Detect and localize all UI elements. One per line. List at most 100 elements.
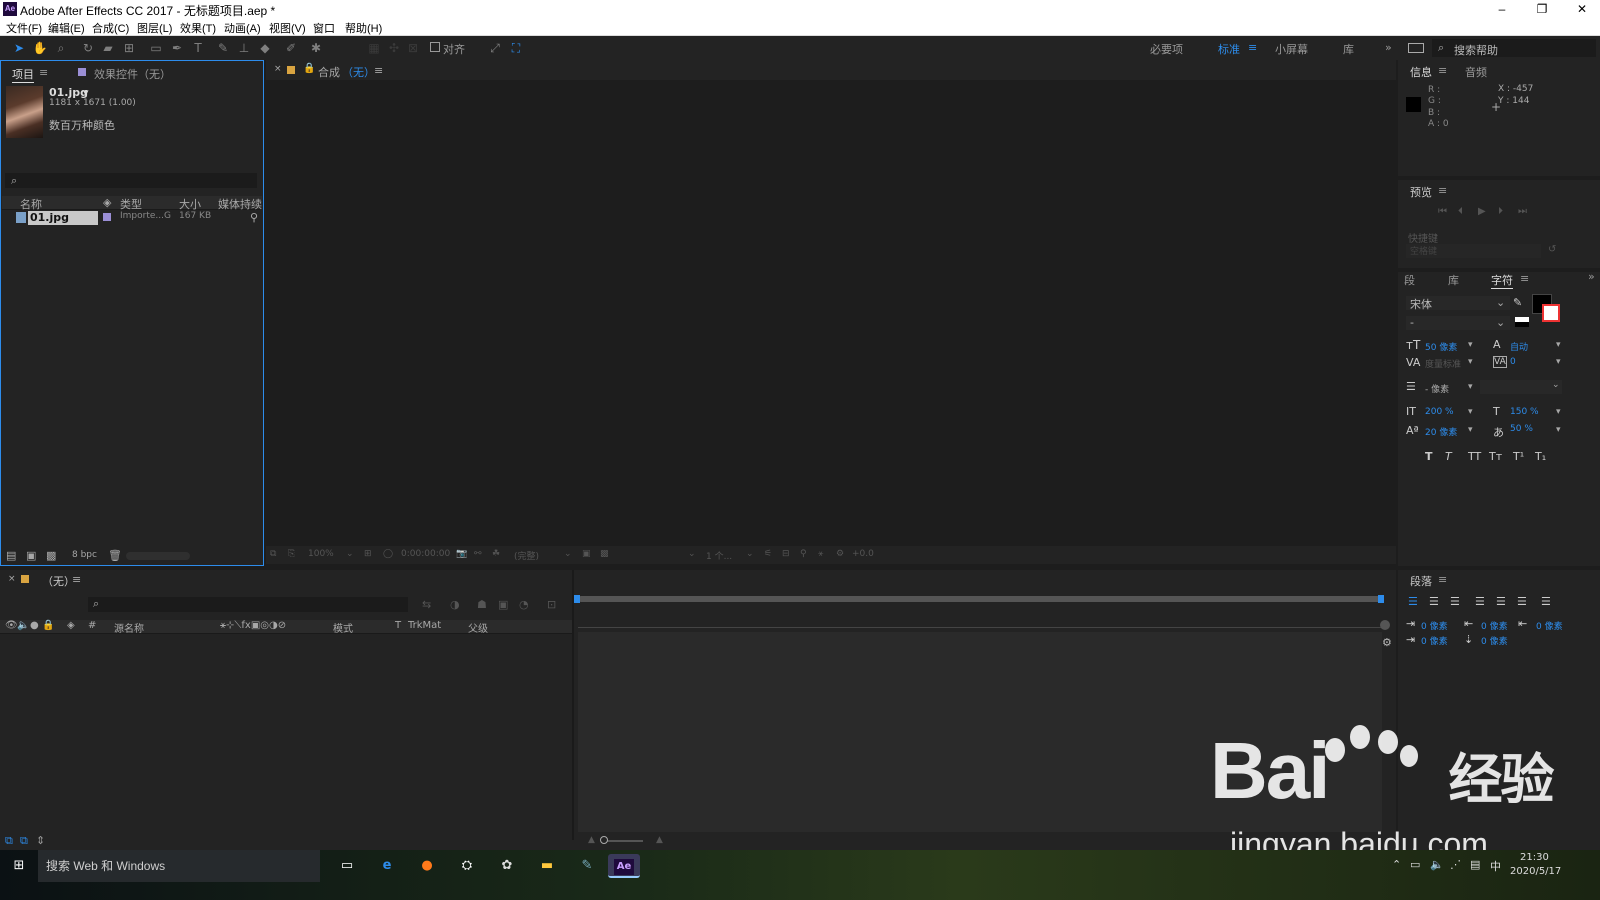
zoom-out-icon[interactable]: ▲ (588, 835, 595, 845)
hand-tool-icon[interactable]: ✋ (32, 40, 48, 56)
show-snapshot-icon[interactable]: ⚯ (474, 549, 482, 559)
region-interest-icon[interactable]: ▣ (582, 549, 591, 559)
menu-animation[interactable]: 动画(A) (224, 20, 261, 36)
navigator-start-handle[interactable] (574, 595, 580, 603)
chevron-down-icon[interactable]: ⌄ (1552, 380, 1560, 390)
network-icon[interactable]: ⋰ (1450, 858, 1461, 871)
chevron-down-icon[interactable]: ▾ (1468, 340, 1473, 350)
stroke-color-swatch[interactable] (1542, 304, 1560, 322)
zoom-tool-icon[interactable]: ⌕ (53, 40, 69, 56)
zoom-level[interactable]: 100% (308, 549, 334, 559)
switches-icon[interactable]: ⚹⊹⟍fx▣◎◑⊘ (220, 620, 286, 631)
ime-indicator[interactable]: 中 (1490, 858, 1501, 874)
app-cursor-icon[interactable]: ⛭ (454, 854, 480, 878)
workspace-libraries[interactable]: 库 (1343, 41, 1354, 57)
chevron-down-icon[interactable]: ⌄ (1496, 316, 1505, 329)
character-menu-icon[interactable]: ≡ (1520, 272, 1529, 285)
justify-right-icon[interactable]: ☰ (1517, 595, 1527, 608)
volume-icon[interactable]: 🔈 (1430, 858, 1444, 871)
timeline-menu-icon[interactable]: ≡ (72, 573, 81, 586)
shortcut-select[interactable]: 空格键 (1406, 244, 1541, 258)
viewer-canvas[interactable] (266, 80, 1396, 546)
time-ruler[interactable] (578, 610, 1382, 628)
chevron-down-icon[interactable]: ▾ (1468, 357, 1473, 367)
faux-bold-button[interactable]: T (1425, 450, 1433, 463)
more-panels-icon[interactable]: » (1588, 270, 1595, 283)
label-tag-icon[interactable]: ◈ (67, 620, 75, 631)
align-right-icon[interactable]: ☰ (1450, 595, 1460, 608)
rotate-tool-icon[interactable]: ↻ (80, 40, 96, 56)
search-help-input[interactable]: ⌕ 搜索帮助 (1432, 39, 1596, 57)
tab-audio[interactable]: 音频 (1465, 64, 1487, 80)
close-button[interactable]: ✕ (1562, 0, 1600, 18)
maximize-button[interactable]: ❐ (1522, 0, 1562, 18)
chevron-down-icon[interactable]: ▾ (1468, 407, 1473, 417)
file-explorer-icon[interactable]: ▬ (534, 854, 560, 878)
indent-left-value[interactable]: 0 像素 (1421, 619, 1448, 632)
graph-editor-icon[interactable]: ⊡ (547, 598, 556, 611)
space-before-value[interactable]: 0 像素 (1421, 634, 1448, 647)
flowchart-icon[interactable]: ⚲ (800, 549, 807, 559)
clock-time[interactable]: 21:30 (1520, 852, 1549, 863)
menu-window[interactable]: 窗口 (313, 20, 335, 36)
table-row[interactable]: 01.jpg Importe...G 167 KB ⚲ (2, 211, 262, 225)
chevron-down-icon[interactable]: ▾ (1556, 425, 1561, 435)
label-tag-icon[interactable]: ◈ (103, 196, 111, 209)
motion-blur-icon[interactable]: ◔ (519, 598, 529, 611)
comp-name[interactable]: （无） (342, 64, 375, 80)
interpret-footage-icon[interactable]: ▤ (6, 549, 16, 562)
close-tab-icon[interactable]: × (8, 574, 16, 584)
task-view-icon[interactable]: ▭ (334, 854, 360, 878)
tab-character[interactable]: 字符 (1491, 272, 1513, 289)
camera-tool-icon[interactable]: ▰ (100, 40, 116, 56)
swap-colors-icon[interactable] (1515, 317, 1529, 327)
justify-center-icon[interactable]: ☰ (1496, 595, 1506, 608)
color-channel-icon[interactable]: ☘ (492, 549, 500, 559)
sync-settings-icon[interactable] (1408, 43, 1424, 53)
navigator-end-handle[interactable] (1378, 595, 1384, 603)
timeline-icon[interactable]: ⊟ (782, 549, 790, 559)
new-folder-icon[interactable]: ▣ (26, 549, 36, 562)
tracking-value[interactable]: 0 (1510, 357, 1516, 367)
resolution-select[interactable]: (完整) (514, 549, 539, 562)
chevron-down-icon[interactable]: ⌄ (1496, 296, 1505, 309)
camera-select[interactable] (616, 549, 696, 561)
menu-view[interactable]: 视图(V) (269, 20, 306, 36)
new-composition-icon[interactable]: ▩ (46, 549, 56, 562)
font-family-select[interactable]: 宋体 (1406, 296, 1510, 311)
layer-switches-icon[interactable]: ⧉ (5, 834, 13, 848)
chevron-down-icon[interactable]: ⌄ (346, 549, 354, 559)
always-preview-icon[interactable]: ⧉ (270, 549, 276, 559)
col-name[interactable]: 名称 (20, 196, 42, 212)
more-workspaces-icon[interactable]: » (1385, 41, 1392, 54)
in-out-icon[interactable]: ⇕ (36, 834, 45, 847)
tsume-value[interactable]: 50 % (1510, 424, 1533, 434)
all-caps-button[interactable]: TT (1468, 450, 1481, 463)
lock-icon[interactable]: 🔒 (303, 63, 315, 74)
after-effects-taskbar-icon[interactable]: Ae (608, 854, 640, 878)
col-duration[interactable]: 媒体持续 (218, 196, 262, 212)
chevron-down-icon[interactable]: ⌄ (688, 549, 696, 559)
close-tab-icon[interactable]: × (274, 64, 282, 74)
timecode[interactable]: 0:00:00:00 (401, 549, 450, 559)
visibility-icon[interactable]: 👁 (5, 620, 18, 631)
chevron-down-icon[interactable]: ▾ (1556, 407, 1561, 417)
font-style-select[interactable]: - (1406, 316, 1510, 330)
battery-icon[interactable]: ▭ (1410, 858, 1420, 871)
action-center-icon[interactable]: ▤ (1470, 858, 1480, 871)
view-count-select[interactable]: 1 个... (706, 549, 732, 562)
timeline-divider[interactable] (572, 570, 574, 840)
menu-composition[interactable]: 合成(C) (92, 20, 129, 36)
shy-layers-icon[interactable]: ☗ (477, 598, 487, 611)
puppet-tool-icon[interactable]: ✱ (308, 40, 324, 56)
time-navigator[interactable] (574, 595, 1384, 603)
eraser-tool-icon[interactable]: ◆ (257, 40, 273, 56)
paragraph-menu-icon[interactable]: ≡ (1438, 573, 1447, 586)
brush-tool-icon[interactable]: ✎ (215, 40, 231, 56)
chevron-down-icon[interactable]: ▾ (1556, 340, 1561, 350)
exposure-value[interactable]: +0.0 (852, 549, 874, 559)
workspace-essentials[interactable]: 必要项 (1150, 41, 1183, 57)
play-icon[interactable]: ▶ (1478, 206, 1486, 217)
audio-icon[interactable]: 🔈 (17, 620, 29, 631)
justify-left-icon[interactable]: ☰ (1475, 595, 1485, 608)
